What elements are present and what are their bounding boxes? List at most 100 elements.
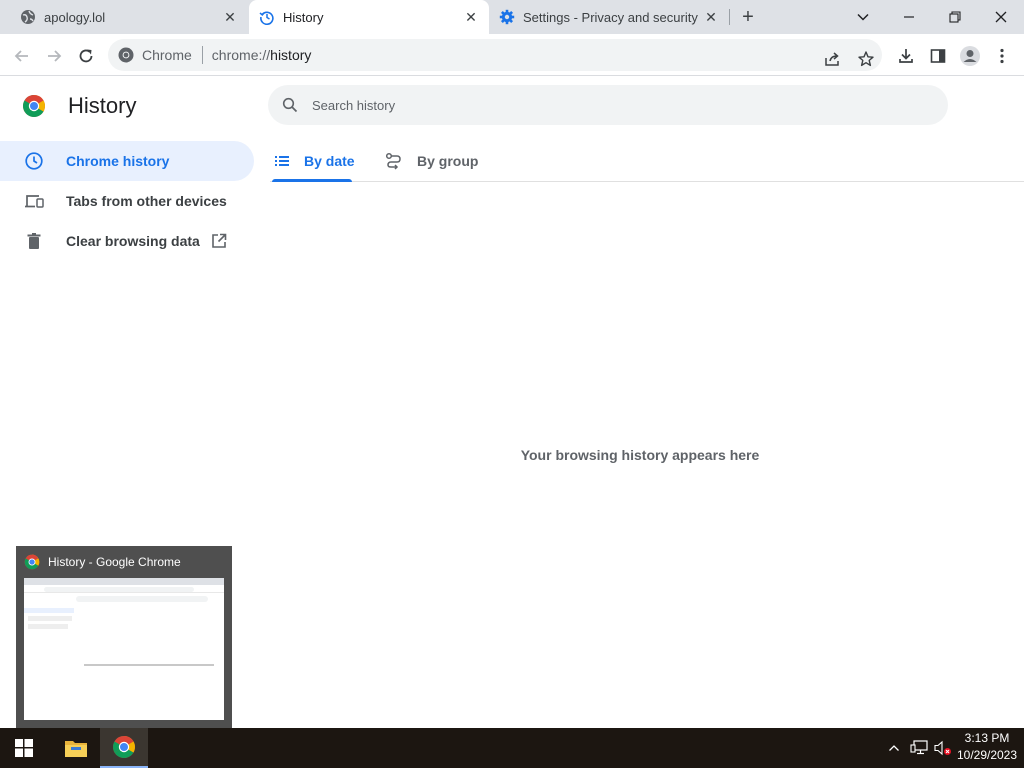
network-icon <box>910 740 928 755</box>
thumb-empty-message <box>84 664 214 666</box>
reload-button[interactable] <box>72 42 100 70</box>
trash-icon <box>27 233 41 249</box>
close-tab-icon[interactable]: ✕ <box>703 9 719 25</box>
chrome-logo-icon <box>113 736 135 758</box>
back-button[interactable] <box>8 42 36 70</box>
new-tab-button[interactable]: + <box>737 6 759 28</box>
restore-icon <box>949 11 961 23</box>
devices-icon <box>25 195 44 208</box>
more-vert-icon <box>1000 48 1004 64</box>
history-icon <box>259 9 275 26</box>
thumb-nav-item <box>28 624 68 629</box>
minimize-icon <box>904 16 914 18</box>
sidebar-item-label: Chrome history <box>66 153 170 169</box>
download-icon <box>899 49 913 63</box>
start-button[interactable] <box>0 728 48 768</box>
sidebar-item-label: Clear browsing data <box>66 233 200 249</box>
tab-by-date[interactable]: By date <box>274 141 355 181</box>
chrome-logo-icon <box>23 95 45 117</box>
windows-taskbar: 3:13 PM 10/29/2023 <box>0 728 1024 768</box>
chrome-taskbar-button[interactable] <box>100 728 148 768</box>
chrome-icon <box>118 47 134 63</box>
search-history-field[interactable]: Search history <box>268 85 948 125</box>
forward-button[interactable] <box>40 42 68 70</box>
search-icon <box>282 97 298 113</box>
share-icon <box>825 52 839 66</box>
file-explorer-button[interactable] <box>52 728 100 768</box>
thumb-nav-item <box>28 616 72 621</box>
thumb-nav-item <box>24 608 74 613</box>
sidebar-item-chrome-history[interactable]: Chrome history <box>0 141 254 181</box>
tab-search-button[interactable] <box>840 0 886 34</box>
taskbar-clock[interactable]: 3:13 PM 10/29/2023 <box>952 730 1022 764</box>
list-icon <box>275 156 289 166</box>
close-window-button[interactable] <box>978 0 1024 34</box>
search-placeholder: Search history <box>312 97 396 113</box>
thumb-search <box>76 596 208 602</box>
side-panel-icon <box>930 49 946 63</box>
preview-title-bar: History - Google Chrome <box>24 554 181 570</box>
open-in-new-icon <box>212 233 227 248</box>
page-title: History <box>68 93 137 118</box>
preview-thumbnail <box>24 578 224 720</box>
url-scheme: chrome:// <box>211 47 271 63</box>
chrome-logo-icon <box>24 554 40 570</box>
browser-tab-apology[interactable]: apology.lol ✕ <box>8 0 248 34</box>
thumb-tabstrip <box>24 578 224 585</box>
clock-date: 10/29/2023 <box>956 748 1018 762</box>
arrow-right-icon <box>48 50 62 62</box>
downloads-button[interactable] <box>892 42 920 70</box>
taskbar-window-preview[interactable]: History - Google Chrome <box>16 546 232 728</box>
sidebar-item-tabs-from-other-devices[interactable]: Tabs from other devices <box>0 181 254 221</box>
arrow-left-icon <box>14 50 28 62</box>
sidebar-item-label: Tabs from other devices <box>66 193 227 209</box>
reload-icon <box>79 49 93 63</box>
folder-icon <box>65 741 87 757</box>
star-icon <box>858 51 874 67</box>
volume-button[interactable] <box>932 728 954 768</box>
clock-time: 3:13 PM <box>964 731 1010 745</box>
profile-button[interactable] <box>956 42 984 70</box>
globe-icon <box>20 9 36 25</box>
tab-title: apology.lol <box>44 9 106 25</box>
close-tab-icon[interactable]: ✕ <box>222 9 238 25</box>
avatar-icon <box>960 46 980 66</box>
restore-button[interactable] <box>932 0 978 34</box>
windows-logo-icon <box>15 739 33 757</box>
tab-divider <box>729 9 730 25</box>
tab-by-group[interactable]: By group <box>385 141 478 181</box>
thumb-omnibox <box>44 587 194 592</box>
sidebar-item-clear-browsing-data[interactable]: Clear browsing data <box>0 221 254 261</box>
url-host: history <box>270 47 312 63</box>
chevron-down-icon <box>857 13 869 21</box>
omnibox-divider <box>201 46 203 64</box>
site-chip-label: Chrome <box>142 47 192 63</box>
settings-gear-icon <box>499 9 515 25</box>
share-button[interactable] <box>820 47 844 71</box>
minimize-button[interactable] <box>886 0 932 34</box>
chevron-up-icon <box>889 745 899 751</box>
browser-tab-history[interactable]: History ✕ <box>249 0 489 34</box>
active-tab-indicator <box>272 179 352 182</box>
empty-history-message: Your browsing history appears here <box>520 447 760 463</box>
journeys-icon <box>385 152 401 170</box>
side-panel-button[interactable] <box>924 42 952 70</box>
tab-strip: apology.lol ✕ History ✕ Settings - Priva… <box>0 0 1024 34</box>
bookmark-button[interactable] <box>854 47 878 71</box>
volume-muted-icon <box>934 740 951 756</box>
view-tabs: By date By group <box>270 141 1024 182</box>
browser-tab-settings[interactable]: Settings - Privacy and security ✕ <box>489 0 729 34</box>
show-hidden-icons-button[interactable] <box>884 728 904 768</box>
close-tab-icon[interactable]: ✕ <box>463 9 479 25</box>
close-icon <box>995 11 1007 23</box>
url-text: chrome://history <box>212 47 312 63</box>
address-bar[interactable]: Chrome chrome://history <box>108 39 882 71</box>
browser-toolbar: Chrome chrome://history <box>0 34 1024 76</box>
history-header: History <box>22 93 136 119</box>
chrome-menu-button[interactable] <box>988 42 1016 70</box>
network-button[interactable] <box>906 728 932 768</box>
clock-icon <box>25 152 43 170</box>
tab-label: By date <box>304 153 355 169</box>
site-info-chip[interactable]: Chrome <box>108 47 192 63</box>
tab-label: By group <box>417 153 479 169</box>
